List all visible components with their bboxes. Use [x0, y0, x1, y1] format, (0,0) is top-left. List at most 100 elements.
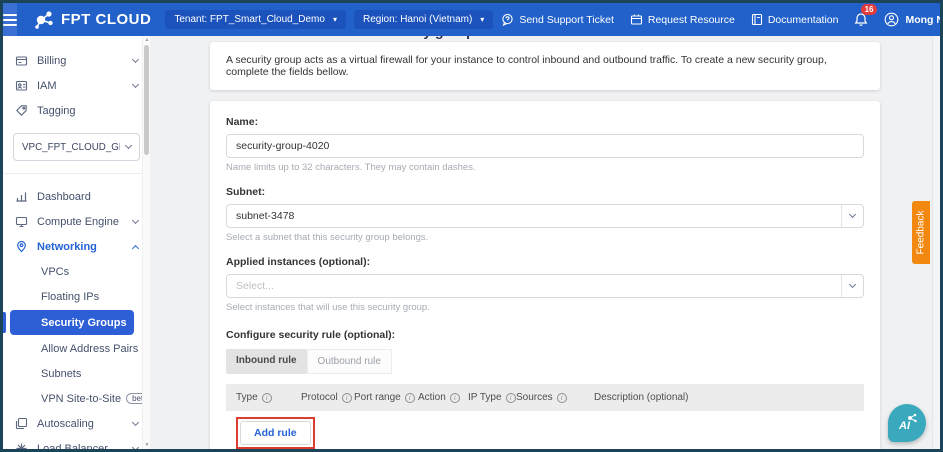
tenant-dropdown[interactable]: Tenant: FPT_Smart_Cloud_Demo ▾ — [165, 10, 346, 29]
sidebar-item-tagging[interactable]: Tagging — [3, 98, 150, 123]
column-header-protocol: Protocoli — [301, 392, 354, 403]
chevron-down-icon — [849, 281, 856, 288]
sidebar-subitem-label: Floating IPs — [41, 291, 99, 303]
sidebar-item-label: Tagging — [37, 105, 138, 117]
feedback-tab-label: Feedback — [916, 211, 927, 255]
scroll-down-arrow-icon[interactable]: ▼ — [143, 442, 150, 448]
request-resource-icon — [630, 13, 643, 26]
chevron-down-icon — [132, 443, 139, 449]
active-indicator-bar — [3, 312, 6, 333]
sidebar-item-load-balancer[interactable]: Load Balancer — [3, 436, 150, 449]
column-header-port-range: Port rangei — [354, 392, 418, 403]
intro-card: A security group acts as a virtual firew… — [210, 42, 880, 90]
iam-icon — [15, 79, 28, 92]
sidebar-item-vpn-site-to-site[interactable]: VPN Site-to-Site beta — [3, 386, 150, 411]
sidebar-item-label: Autoscaling — [37, 418, 124, 430]
region-dropdown[interactable]: Region: Hanoi (Vietnam) ▾ — [354, 10, 493, 29]
tab-outbound-rule[interactable]: Outbound rule — [307, 349, 392, 374]
configure-rule-label: Configure security rule (optional): — [226, 329, 864, 341]
sidebar-item-floating-ips[interactable]: Floating IPs — [3, 284, 150, 309]
scrollbar-thumb[interactable] — [144, 45, 149, 155]
info-icon[interactable]: i — [342, 393, 352, 403]
column-header-action: Actioni — [418, 392, 468, 403]
sidebar-item-allow-address-pairs[interactable]: Allow Address Pairs — [3, 336, 150, 361]
applied-instances-label: Applied instances (optional): — [226, 256, 864, 268]
sidebar-item-label: Dashboard — [37, 191, 138, 203]
hamburger-menu-icon[interactable] — [3, 3, 17, 36]
chevron-down-icon — [849, 211, 856, 218]
sidebar-scrollbar[interactable]: ▲ ▼ — [142, 36, 150, 449]
notification-bell[interactable]: 16 — [854, 11, 868, 29]
sidebar-item-iam[interactable]: IAM — [3, 73, 150, 98]
sidebar-item-security-groups[interactable]: Security Groups — [3, 309, 150, 336]
chevron-down-icon: ▾ — [480, 16, 484, 24]
documentation-link[interactable]: Documentation — [751, 13, 839, 26]
sidebar-item-label: Billing — [37, 55, 124, 67]
sidebar-item-compute-engine[interactable]: Compute Engine — [3, 209, 150, 234]
chevron-down-icon — [132, 418, 139, 425]
sidebar-item-dashboard[interactable]: Dashboard — [3, 184, 150, 209]
column-header-ip-type: IP Typei — [468, 392, 516, 403]
vpc-selector-dropdown[interactable]: VPC_FPT_CLOUD_GENERAL — [13, 133, 140, 161]
app-window: FPT CLOUD Tenant: FPT_Smart_Cloud_Demo ▾… — [0, 0, 943, 452]
chevron-up-icon — [132, 244, 139, 251]
fpt-cloud-logo: FPT CLOUD — [33, 10, 151, 30]
feedback-tab[interactable]: Feedback — [912, 201, 930, 264]
sidebar-item-subnets[interactable]: Subnets — [3, 361, 150, 386]
sidebar-item-label: Load Balancer — [37, 443, 124, 450]
subnet-field-group: Subnet: subnet-3478 Select a subnet that… — [226, 186, 864, 243]
request-resource-link[interactable]: Request Resource — [630, 13, 735, 26]
name-label: Name: — [226, 116, 864, 128]
name-help-text: Name limits up to 32 characters. They ma… — [226, 162, 864, 173]
applied-instances-select[interactable]: Select... — [226, 274, 864, 298]
info-icon[interactable]: i — [506, 393, 516, 403]
info-icon[interactable]: i — [405, 393, 415, 403]
red-annotation-box: Add rule — [236, 417, 315, 449]
user-name-label: Mong Nuong — [905, 14, 943, 26]
logo-text: FPT CLOUD — [61, 11, 151, 28]
name-field-group: Name: Name limits up to 32 characters. T… — [226, 116, 864, 173]
rules-table-empty-row: Add rule — [226, 411, 864, 449]
ai-molecule-icon: AI — [895, 411, 919, 435]
create-security-group-form: Name: Name limits up to 32 characters. T… — [210, 101, 880, 449]
chevron-down-icon — [132, 80, 139, 87]
sidebar-subitem-label: VPCs — [41, 266, 69, 278]
name-input[interactable] — [226, 134, 864, 158]
sidebar-item-label: Networking — [37, 241, 124, 253]
svg-text:AI: AI — [898, 420, 911, 432]
chevron-down-icon: ▾ — [333, 16, 337, 24]
rules-table-header: Typei Protocoli Port rangei Actioni IP T… — [226, 384, 864, 411]
info-icon[interactable]: i — [262, 393, 272, 403]
chevron-down-icon — [132, 216, 139, 223]
send-support-ticket-label: Send Support Ticket — [519, 14, 614, 26]
info-icon[interactable]: i — [557, 393, 567, 403]
sidebar-divider — [3, 173, 150, 174]
region-dropdown-label: Region: Hanoi (Vietnam) — [363, 14, 472, 25]
sidebar-item-vpcs[interactable]: VPCs — [3, 259, 150, 284]
tab-inbound-rule[interactable]: Inbound rule — [226, 349, 307, 374]
request-resource-label: Request Resource — [648, 14, 735, 26]
tag-icon — [15, 104, 28, 117]
select-divider — [841, 275, 863, 297]
user-menu[interactable]: Mong Nuong ▾ — [884, 12, 943, 27]
column-header-description: Description (optional) — [594, 392, 689, 403]
send-support-ticket-link[interactable]: Send Support Ticket — [501, 13, 614, 26]
sidebar-item-billing[interactable]: Billing — [3, 48, 150, 73]
ai-assistant-bubble[interactable]: AI — [888, 404, 926, 442]
top-navigation-bar: FPT CLOUD Tenant: FPT_Smart_Cloud_Demo ▾… — [3, 3, 940, 36]
sidebar-item-networking[interactable]: Networking — [3, 234, 150, 259]
scroll-up-arrow-icon[interactable]: ▲ — [143, 37, 150, 43]
sidebar: Billing IAM Tagging VPC_FPT_CLOUD_GENERA… — [3, 36, 150, 449]
sidebar-item-autoscaling[interactable]: Autoscaling — [3, 411, 150, 436]
add-rule-button[interactable]: Add rule — [240, 421, 311, 445]
subnet-select[interactable]: subnet-3478 — [226, 204, 864, 228]
tenant-dropdown-label: Tenant: FPT_Smart_Cloud_Demo — [174, 14, 325, 25]
subnet-select-value: subnet-3478 — [236, 210, 841, 222]
subnet-label: Subnet: — [226, 186, 864, 198]
sidebar-subitem-label: Security Groups — [10, 310, 134, 335]
applied-instances-help-text: Select instances that will use this secu… — [226, 302, 864, 313]
info-icon[interactable]: i — [450, 393, 460, 403]
main-scrollbar[interactable] — [932, 36, 940, 449]
rules-table: Typei Protocoli Port rangei Actioni IP T… — [226, 384, 864, 449]
sidebar-item-label: IAM — [37, 80, 124, 92]
